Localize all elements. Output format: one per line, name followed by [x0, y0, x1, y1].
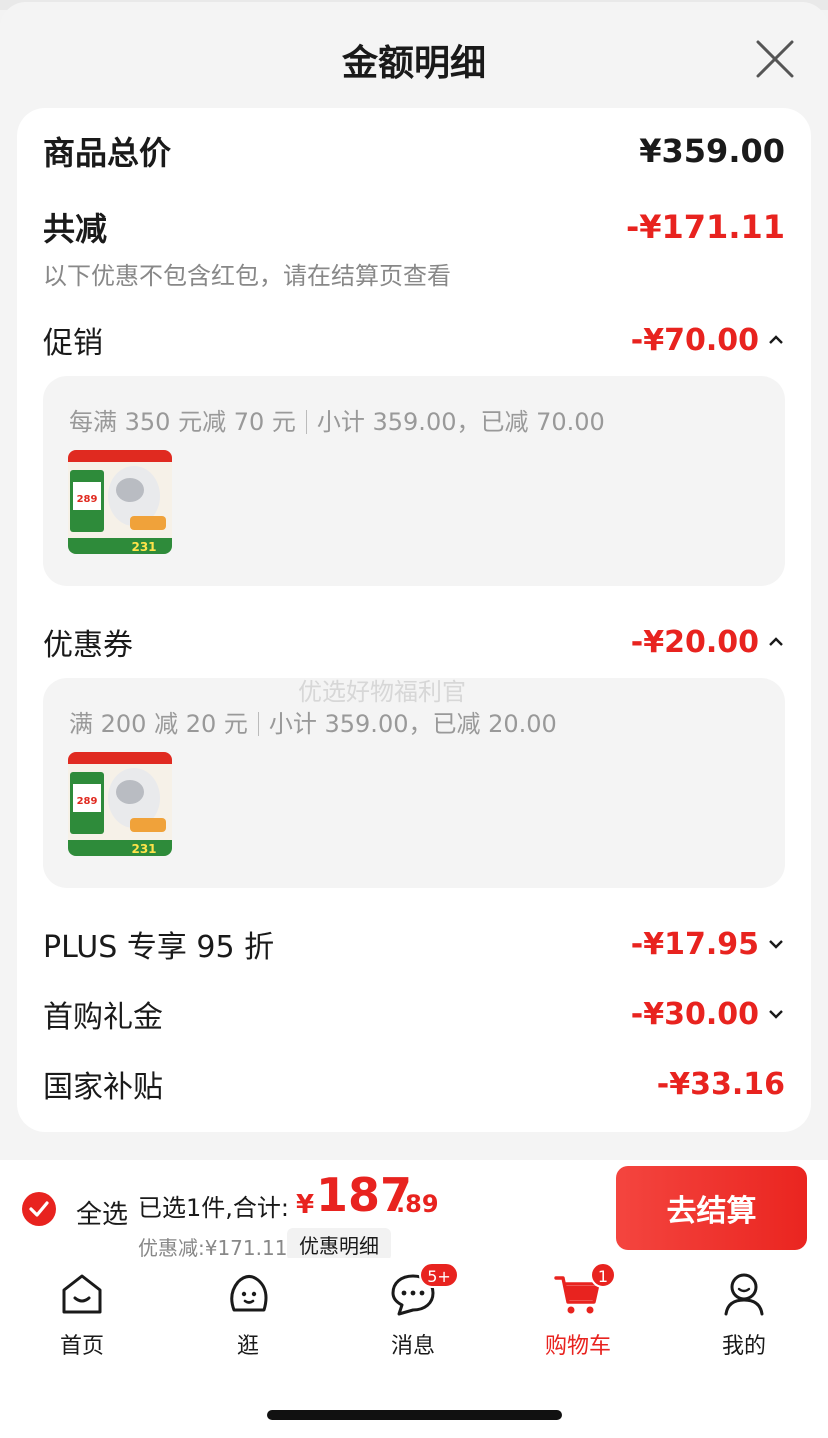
plus-discount-row[interactable]: PLUS 专享 95 折 -¥17.95 [43, 922, 785, 966]
coupon-detail-box: 满 200 减 20 元小计 359.00，已减 20.00 289 231 [43, 678, 785, 888]
close-icon [756, 40, 794, 78]
promotion-row[interactable]: 促销 -¥70.00 [43, 318, 785, 362]
tab-home-label: 首页 [59, 1334, 104, 1359]
discount-detail-button[interactable]: 优惠明细 [287, 1228, 391, 1261]
chevron-down-icon[interactable] [767, 937, 785, 951]
promotion-value-wrap: -¥70.00 [631, 323, 785, 358]
coupon-value-wrap: -¥20.00 [631, 625, 785, 660]
promotion-label: 促销 [43, 326, 103, 361]
product-thumbnail[interactable]: 289 231 [68, 450, 172, 554]
reduce-note: 以下优惠不包含红包，请在结算页查看 [43, 262, 451, 290]
thumb-new-price: 231 [131, 540, 156, 554]
coupon-rule-text: 满 200 减 20 元小计 359.00，已减 20.00 [69, 704, 557, 739]
watermark-text: 优选好物福利官 [298, 678, 466, 706]
chevron-up-icon[interactable] [767, 635, 785, 649]
promotion-detail-box: 每满 350 元减 70 元小计 359.00，已减 70.00 289 231 [43, 376, 785, 586]
home-indicator [267, 1410, 562, 1420]
tab-cart-label: 购物车 [544, 1334, 611, 1359]
thumb-new-price: 231 [131, 842, 156, 856]
total-currency: ¥ [296, 1190, 315, 1220]
first-purchase-value-wrap: -¥30.00 [631, 997, 785, 1032]
national-subsidy-label: 国家补贴 [43, 1070, 163, 1105]
select-all-checkbox[interactable] [22, 1192, 56, 1226]
tab-browse-label: 逛 [236, 1334, 259, 1359]
plus-discount-label: PLUS 专享 95 折 [43, 930, 275, 965]
tab-profile-label: 我的 [721, 1334, 766, 1359]
tab-messages[interactable]: 5+ 消息 [353, 1262, 473, 1360]
chevron-up-icon[interactable] [767, 333, 785, 347]
total-price-label: 商品总价 [43, 134, 172, 172]
messages-badge: 5+ [419, 1262, 459, 1288]
discount-summary: 优惠减:¥171.11 [138, 1236, 288, 1260]
first-purchase-label: 首购礼金 [43, 1000, 163, 1035]
cart-badge: 1 [590, 1262, 616, 1288]
sheet-title: 金额明细 [341, 43, 486, 84]
home-icon [62, 1274, 102, 1314]
close-button[interactable] [754, 38, 796, 80]
selected-count-text: 已选1件,合计: [138, 1194, 289, 1222]
divider [305, 410, 307, 434]
checkout-button[interactable]: 去结算 [616, 1166, 807, 1250]
foot-massager-product-image: 289 231 [68, 752, 172, 856]
thumb-old-price: 289 [77, 796, 98, 807]
browse-icon [230, 1275, 268, 1312]
tab-profile[interactable]: 我的 [684, 1270, 804, 1360]
promotion-detail: 小计 359.00，已减 70.00 [316, 408, 605, 436]
foot-massager-product-image: 289 231 [68, 450, 172, 554]
checkmark-icon [29, 1201, 49, 1217]
profile-icon [724, 1273, 764, 1316]
coupon-detail: 小计 359.00，已减 20.00 [268, 710, 557, 738]
national-subsidy-value: -¥33.16 [656, 1066, 785, 1102]
coupon-rule: 满 200 减 20 元 [69, 710, 248, 738]
total-reduce-value: -¥171.11 [625, 208, 785, 246]
coupon-label: 优惠券 [43, 628, 133, 663]
plus-discount-value-wrap: -¥17.95 [631, 927, 785, 962]
first-purchase-value: -¥30.00 [630, 996, 759, 1032]
tab-home[interactable]: 首页 [22, 1270, 142, 1360]
divider [257, 712, 259, 736]
total-reduce-row: 共减 -¥171.11 [43, 204, 785, 250]
promotion-rule-text: 每满 350 元减 70 元小计 359.00，已减 70.00 [69, 402, 605, 437]
select-all-label[interactable]: 全选 [76, 1194, 128, 1231]
thumb-old-price: 289 [77, 494, 98, 505]
checkout-bar: 全选 已选1件,合计: ¥ 187 .89 优惠减:¥171.11 优惠明细 去… [0, 1160, 828, 1261]
promotion-value: -¥70.00 [630, 322, 759, 358]
total-reduce-label: 共减 [43, 210, 108, 248]
detail-card: 商品总价 ¥359.00 共减 -¥171.11 以下优惠不包含红包，请在结算页… [17, 108, 811, 1132]
promotion-rule: 每满 350 元减 70 元 [69, 408, 296, 436]
product-thumbnail[interactable]: 289 231 [68, 752, 172, 856]
coupon-value: -¥20.00 [630, 624, 759, 660]
first-purchase-row[interactable]: 首购礼金 -¥30.00 [43, 992, 785, 1036]
total-amount-decimal: .89 [396, 1190, 439, 1218]
total-price-value: ¥359.00 [639, 132, 785, 170]
coupon-row[interactable]: 优惠券 -¥20.00 [43, 620, 785, 664]
chevron-down-icon[interactable] [767, 1007, 785, 1021]
tab-messages-label: 消息 [390, 1334, 435, 1359]
tab-browse[interactable]: 逛 [188, 1270, 308, 1360]
tab-cart[interactable]: 1 购物车 [518, 1262, 638, 1360]
total-price-row: 商品总价 ¥359.00 [43, 128, 785, 174]
national-subsidy-row: 国家补贴 -¥33.16 [43, 1062, 785, 1106]
plus-discount-value: -¥17.95 [630, 926, 759, 962]
